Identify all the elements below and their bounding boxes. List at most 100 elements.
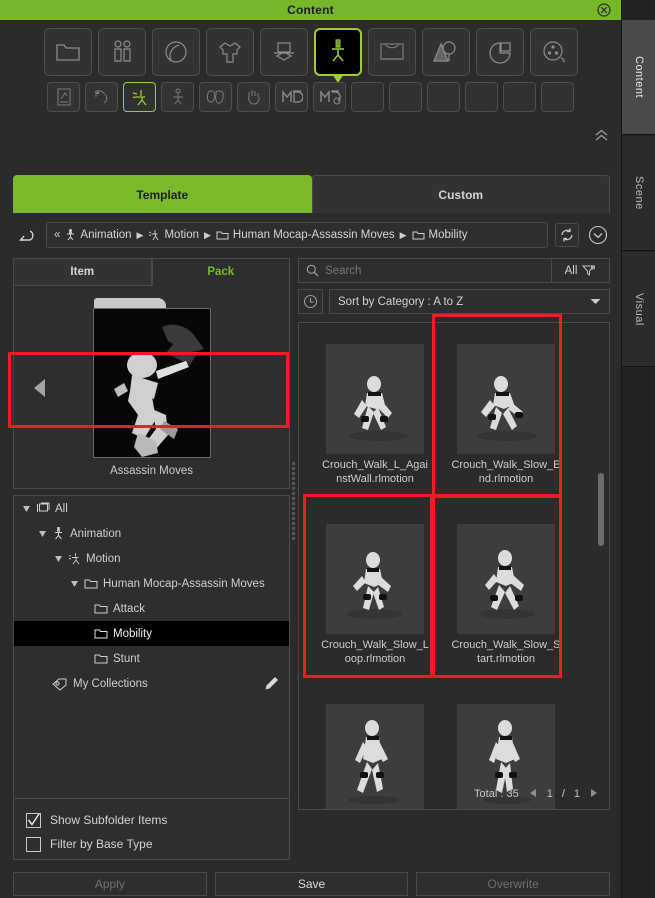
asset-label: Crouch_Walk_Slow_End.rlmotion [451,459,561,485]
toolbar-motion-director-button[interactable] [275,82,308,112]
apply-button[interactable]: Apply [13,872,207,896]
breadcrumb-item-motion[interactable]: Motion [148,229,199,241]
expand-arrow-icon[interactable] [54,554,64,564]
option-show-subfolder-items[interactable]: Show Subfolder Items [26,808,289,832]
dock-tab-content[interactable]: Content [622,20,655,135]
toolbar-hand-gesture-button[interactable] [237,82,270,112]
folder-icon [94,654,108,663]
primary-toolbar [0,20,621,83]
breadcrumb-overflow[interactable]: « [54,229,60,241]
chevron-up-double-icon[interactable] [594,128,609,144]
save-button[interactable]: Save [214,872,409,896]
toolbar-pose-button[interactable] [161,82,194,112]
breadcrumb-item-mobility[interactable]: Mobility [412,229,468,241]
tab-item-label: Item [70,266,95,278]
asset-item[interactable]: Crouch_Walk_Slow_Start.rlmotion [451,524,561,666]
toolbar-blank-button-1[interactable] [351,82,384,112]
breadcrumb-path[interactable]: « Animation ▶ Motion ▶ Human Mocap-Assas… [46,222,548,248]
asset-thumbnail [326,524,424,634]
expand-arrow-icon[interactable] [38,529,48,539]
toolbar-folder-button[interactable] [43,28,92,76]
sort-dropdown[interactable]: Sort by Category : A to Z [329,289,610,314]
toolbar-blank-button-2[interactable] [389,82,422,112]
asset-label: Crouch_Walk_L_AgainstWall.rlmotion [322,459,428,485]
breadcrumb-item-pack[interactable]: Human Mocap-Assassin Moves [216,229,395,241]
toolbar-perform-script-button[interactable] [47,82,80,112]
asset-item[interactable]: Crouch_Walk_Slow_End.rlmotion [451,344,561,486]
tab-pack[interactable]: Pack [151,258,290,286]
tree-node-animation[interactable]: Animation [14,521,289,546]
expand-arrow-icon[interactable] [70,579,80,589]
pager-separator: / [561,788,565,800]
filter-all-button[interactable]: All [552,258,610,283]
pencil-icon[interactable] [264,676,279,694]
toolbar-stage-button[interactable] [367,28,416,76]
tree-node-stunt[interactable]: Stunt [14,646,289,671]
toolbar-look-at-button[interactable] [85,82,118,112]
tree-node-my-collections[interactable]: My Collections [14,671,289,697]
clock-icon[interactable] [298,289,323,314]
tree-node-animation-label: Animation [70,527,122,540]
chevron-down-circle-icon[interactable] [586,223,610,247]
back-arrow-icon[interactable] [13,223,39,247]
toolbar-motion-director-plus-button[interactable] [313,82,346,112]
search-input[interactable]: Search [298,258,552,283]
pack-thumbnail [92,307,211,458]
refresh-icon[interactable] [555,223,579,247]
tab-template[interactable]: Template [13,175,312,213]
toolbar-avatar-button[interactable] [97,28,146,76]
toolbar-hair-button[interactable] [151,28,200,76]
tab-template-label: Template [136,187,189,202]
toolbar-animation-button[interactable] [313,28,362,83]
pack-card[interactable]: Assassin Moves [92,297,212,477]
breadcrumb-item-motion-label: Motion [164,229,199,241]
option-filter-by-base-type[interactable]: Filter by Base Type [26,832,289,856]
all-icon [37,502,50,512]
asset-thumbnail [457,344,555,454]
tree-node-motion[interactable]: Motion [14,546,289,571]
tree-node-mobility[interactable]: Mobility [14,621,289,646]
tree-node-all[interactable]: All [14,496,289,521]
dock-tab-scene[interactable]: Scene [622,136,655,251]
search-icon [306,264,319,277]
chevron-down-icon[interactable] [590,296,601,308]
asset-item[interactable]: Crouch_Walk_L_AgainstWall.rlmotion [320,344,430,486]
toolbar-prop-scene-button[interactable] [421,28,470,76]
toolbar-motion-button[interactable] [123,82,156,112]
pager-current[interactable]: 1 [547,788,553,800]
toolbar-pie-shape-button[interactable] [475,28,524,76]
expand-arrow-icon[interactable] [22,504,32,514]
tab-pack-label: Pack [207,266,235,278]
asset-label: Crouch_Walk_Slow_Start.rlmotion [451,639,561,665]
tree-node-human-mocap[interactable]: Human Mocap-Assassin Moves [14,571,289,596]
prev-arrow-icon[interactable] [32,378,48,403]
asset-item[interactable]: Crouch_Walk_Slow_Loop.rlmotion [320,524,430,666]
toolbar-cloth-button[interactable] [205,28,254,76]
toolbar-accessory-button[interactable] [259,28,308,76]
tab-custom[interactable]: Custom [311,175,610,213]
toolbar-blank-button-4[interactable] [465,82,498,112]
overwrite-button-label: Overwrite [487,877,539,891]
tree-node-attack[interactable]: Attack [14,596,289,621]
close-icon[interactable] [597,3,611,17]
next-page-icon[interactable] [589,788,599,801]
search-row: Search All [298,258,610,283]
toolbar-expression-button[interactable] [199,82,232,112]
toolbar-blank-button-3[interactable] [427,82,460,112]
toolbar-blank-button-5[interactable] [503,82,536,112]
options-box: Show Subfolder Items Filter by Base Type [13,798,290,860]
dock-tab-visual[interactable]: Visual [622,252,655,367]
grid-scrollbar-thumb[interactable] [598,473,604,546]
filter-base-type-checkbox[interactable] [26,836,41,852]
show-subfolder-checkbox[interactable] [26,812,41,828]
overwrite-button[interactable]: Overwrite [416,872,611,896]
panel-splitter[interactable] [291,460,296,590]
tree-node-all-label: All [55,502,68,515]
asset-grid[interactable]: Crouch_Walk_L_AgainstWall.rlmotion Crouc… [298,322,610,810]
breadcrumb-item-animation[interactable]: Animation [65,229,132,241]
toolbar-media-reel-button[interactable] [529,28,578,76]
prev-page-icon[interactable] [528,788,538,801]
tab-item[interactable]: Item [13,258,152,286]
filter-funnel-icon [582,265,596,276]
toolbar-blank-button-6[interactable] [541,82,574,112]
